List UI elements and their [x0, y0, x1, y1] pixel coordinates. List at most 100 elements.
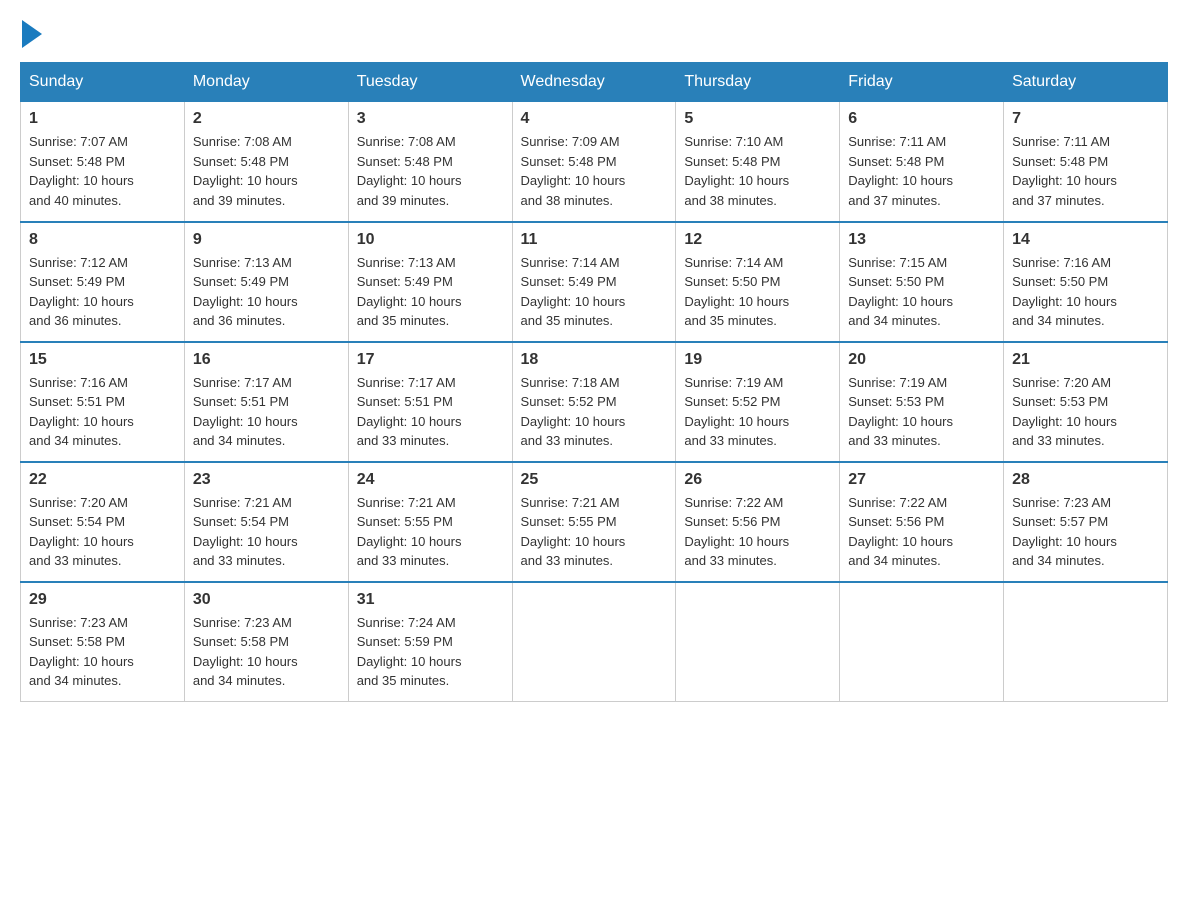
calendar-cell: 31 Sunrise: 7:24 AM Sunset: 5:59 PM Dayl… [348, 582, 512, 702]
day-number: 25 [521, 471, 668, 489]
calendar-cell: 26 Sunrise: 7:22 AM Sunset: 5:56 PM Dayl… [676, 462, 840, 582]
calendar-table: SundayMondayTuesdayWednesdayThursdayFrid… [20, 62, 1168, 702]
day-number: 6 [848, 110, 995, 128]
day-info: Sunrise: 7:13 AM Sunset: 5:49 PM Dayligh… [193, 253, 340, 331]
week-row-5: 29 Sunrise: 7:23 AM Sunset: 5:58 PM Dayl… [21, 582, 1168, 702]
calendar-cell [1004, 582, 1168, 702]
day-number: 11 [521, 231, 668, 249]
day-info: Sunrise: 7:07 AM Sunset: 5:48 PM Dayligh… [29, 132, 176, 210]
day-info: Sunrise: 7:23 AM Sunset: 5:58 PM Dayligh… [29, 613, 176, 691]
calendar-cell: 16 Sunrise: 7:17 AM Sunset: 5:51 PM Dayl… [184, 342, 348, 462]
day-number: 22 [29, 471, 176, 489]
calendar-cell [512, 582, 676, 702]
day-info: Sunrise: 7:11 AM Sunset: 5:48 PM Dayligh… [1012, 132, 1159, 210]
calendar-cell: 29 Sunrise: 7:23 AM Sunset: 5:58 PM Dayl… [21, 582, 185, 702]
day-number: 26 [684, 471, 831, 489]
day-info: Sunrise: 7:21 AM Sunset: 5:54 PM Dayligh… [193, 493, 340, 571]
calendar-cell: 12 Sunrise: 7:14 AM Sunset: 5:50 PM Dayl… [676, 222, 840, 342]
day-number: 2 [193, 110, 340, 128]
calendar-cell: 17 Sunrise: 7:17 AM Sunset: 5:51 PM Dayl… [348, 342, 512, 462]
calendar-cell: 4 Sunrise: 7:09 AM Sunset: 5:48 PM Dayli… [512, 102, 676, 222]
day-number: 8 [29, 231, 176, 249]
day-number: 13 [848, 231, 995, 249]
day-number: 12 [684, 231, 831, 249]
day-number: 7 [1012, 110, 1159, 128]
day-info: Sunrise: 7:16 AM Sunset: 5:50 PM Dayligh… [1012, 253, 1159, 331]
weekday-header-thursday: Thursday [676, 63, 840, 102]
day-info: Sunrise: 7:12 AM Sunset: 5:49 PM Dayligh… [29, 253, 176, 331]
week-row-2: 8 Sunrise: 7:12 AM Sunset: 5:49 PM Dayli… [21, 222, 1168, 342]
calendar-cell: 23 Sunrise: 7:21 AM Sunset: 5:54 PM Dayl… [184, 462, 348, 582]
logo-arrow-icon [22, 20, 42, 48]
page-header [20, 20, 1168, 42]
day-number: 29 [29, 591, 176, 609]
day-number: 24 [357, 471, 504, 489]
calendar-cell: 27 Sunrise: 7:22 AM Sunset: 5:56 PM Dayl… [840, 462, 1004, 582]
day-info: Sunrise: 7:24 AM Sunset: 5:59 PM Dayligh… [357, 613, 504, 691]
day-info: Sunrise: 7:23 AM Sunset: 5:58 PM Dayligh… [193, 613, 340, 691]
day-number: 9 [193, 231, 340, 249]
week-row-1: 1 Sunrise: 7:07 AM Sunset: 5:48 PM Dayli… [21, 102, 1168, 222]
calendar-cell [840, 582, 1004, 702]
day-info: Sunrise: 7:18 AM Sunset: 5:52 PM Dayligh… [521, 373, 668, 451]
calendar-cell: 20 Sunrise: 7:19 AM Sunset: 5:53 PM Dayl… [840, 342, 1004, 462]
weekday-header-sunday: Sunday [21, 63, 185, 102]
day-number: 15 [29, 351, 176, 369]
day-number: 5 [684, 110, 831, 128]
calendar-cell: 22 Sunrise: 7:20 AM Sunset: 5:54 PM Dayl… [21, 462, 185, 582]
day-info: Sunrise: 7:08 AM Sunset: 5:48 PM Dayligh… [357, 132, 504, 210]
weekday-header-monday: Monday [184, 63, 348, 102]
day-info: Sunrise: 7:17 AM Sunset: 5:51 PM Dayligh… [193, 373, 340, 451]
day-number: 1 [29, 110, 176, 128]
calendar-cell: 13 Sunrise: 7:15 AM Sunset: 5:50 PM Dayl… [840, 222, 1004, 342]
calendar-cell: 14 Sunrise: 7:16 AM Sunset: 5:50 PM Dayl… [1004, 222, 1168, 342]
day-info: Sunrise: 7:19 AM Sunset: 5:53 PM Dayligh… [848, 373, 995, 451]
calendar-cell: 28 Sunrise: 7:23 AM Sunset: 5:57 PM Dayl… [1004, 462, 1168, 582]
day-info: Sunrise: 7:16 AM Sunset: 5:51 PM Dayligh… [29, 373, 176, 451]
day-number: 23 [193, 471, 340, 489]
day-number: 17 [357, 351, 504, 369]
day-info: Sunrise: 7:10 AM Sunset: 5:48 PM Dayligh… [684, 132, 831, 210]
weekday-header-row: SundayMondayTuesdayWednesdayThursdayFrid… [21, 63, 1168, 102]
day-number: 21 [1012, 351, 1159, 369]
day-info: Sunrise: 7:19 AM Sunset: 5:52 PM Dayligh… [684, 373, 831, 451]
day-info: Sunrise: 7:08 AM Sunset: 5:48 PM Dayligh… [193, 132, 340, 210]
day-number: 16 [193, 351, 340, 369]
week-row-3: 15 Sunrise: 7:16 AM Sunset: 5:51 PM Dayl… [21, 342, 1168, 462]
day-info: Sunrise: 7:14 AM Sunset: 5:50 PM Dayligh… [684, 253, 831, 331]
day-info: Sunrise: 7:22 AM Sunset: 5:56 PM Dayligh… [848, 493, 995, 571]
calendar-cell: 11 Sunrise: 7:14 AM Sunset: 5:49 PM Dayl… [512, 222, 676, 342]
calendar-cell: 2 Sunrise: 7:08 AM Sunset: 5:48 PM Dayli… [184, 102, 348, 222]
calendar-cell [676, 582, 840, 702]
calendar-cell: 25 Sunrise: 7:21 AM Sunset: 5:55 PM Dayl… [512, 462, 676, 582]
calendar-cell: 7 Sunrise: 7:11 AM Sunset: 5:48 PM Dayli… [1004, 102, 1168, 222]
day-info: Sunrise: 7:15 AM Sunset: 5:50 PM Dayligh… [848, 253, 995, 331]
calendar-cell: 8 Sunrise: 7:12 AM Sunset: 5:49 PM Dayli… [21, 222, 185, 342]
week-row-4: 22 Sunrise: 7:20 AM Sunset: 5:54 PM Dayl… [21, 462, 1168, 582]
day-info: Sunrise: 7:23 AM Sunset: 5:57 PM Dayligh… [1012, 493, 1159, 571]
day-number: 27 [848, 471, 995, 489]
day-number: 18 [521, 351, 668, 369]
day-info: Sunrise: 7:09 AM Sunset: 5:48 PM Dayligh… [521, 132, 668, 210]
day-info: Sunrise: 7:20 AM Sunset: 5:54 PM Dayligh… [29, 493, 176, 571]
day-info: Sunrise: 7:21 AM Sunset: 5:55 PM Dayligh… [357, 493, 504, 571]
calendar-cell: 19 Sunrise: 7:19 AM Sunset: 5:52 PM Dayl… [676, 342, 840, 462]
calendar-cell: 21 Sunrise: 7:20 AM Sunset: 5:53 PM Dayl… [1004, 342, 1168, 462]
day-info: Sunrise: 7:13 AM Sunset: 5:49 PM Dayligh… [357, 253, 504, 331]
day-number: 28 [1012, 471, 1159, 489]
day-number: 30 [193, 591, 340, 609]
calendar-cell: 15 Sunrise: 7:16 AM Sunset: 5:51 PM Dayl… [21, 342, 185, 462]
calendar-cell: 24 Sunrise: 7:21 AM Sunset: 5:55 PM Dayl… [348, 462, 512, 582]
calendar-cell: 6 Sunrise: 7:11 AM Sunset: 5:48 PM Dayli… [840, 102, 1004, 222]
day-number: 20 [848, 351, 995, 369]
calendar-cell: 30 Sunrise: 7:23 AM Sunset: 5:58 PM Dayl… [184, 582, 348, 702]
weekday-header-friday: Friday [840, 63, 1004, 102]
day-info: Sunrise: 7:14 AM Sunset: 5:49 PM Dayligh… [521, 253, 668, 331]
day-info: Sunrise: 7:17 AM Sunset: 5:51 PM Dayligh… [357, 373, 504, 451]
weekday-header-tuesday: Tuesday [348, 63, 512, 102]
day-number: 4 [521, 110, 668, 128]
day-info: Sunrise: 7:11 AM Sunset: 5:48 PM Dayligh… [848, 132, 995, 210]
day-number: 14 [1012, 231, 1159, 249]
day-number: 19 [684, 351, 831, 369]
day-number: 10 [357, 231, 504, 249]
